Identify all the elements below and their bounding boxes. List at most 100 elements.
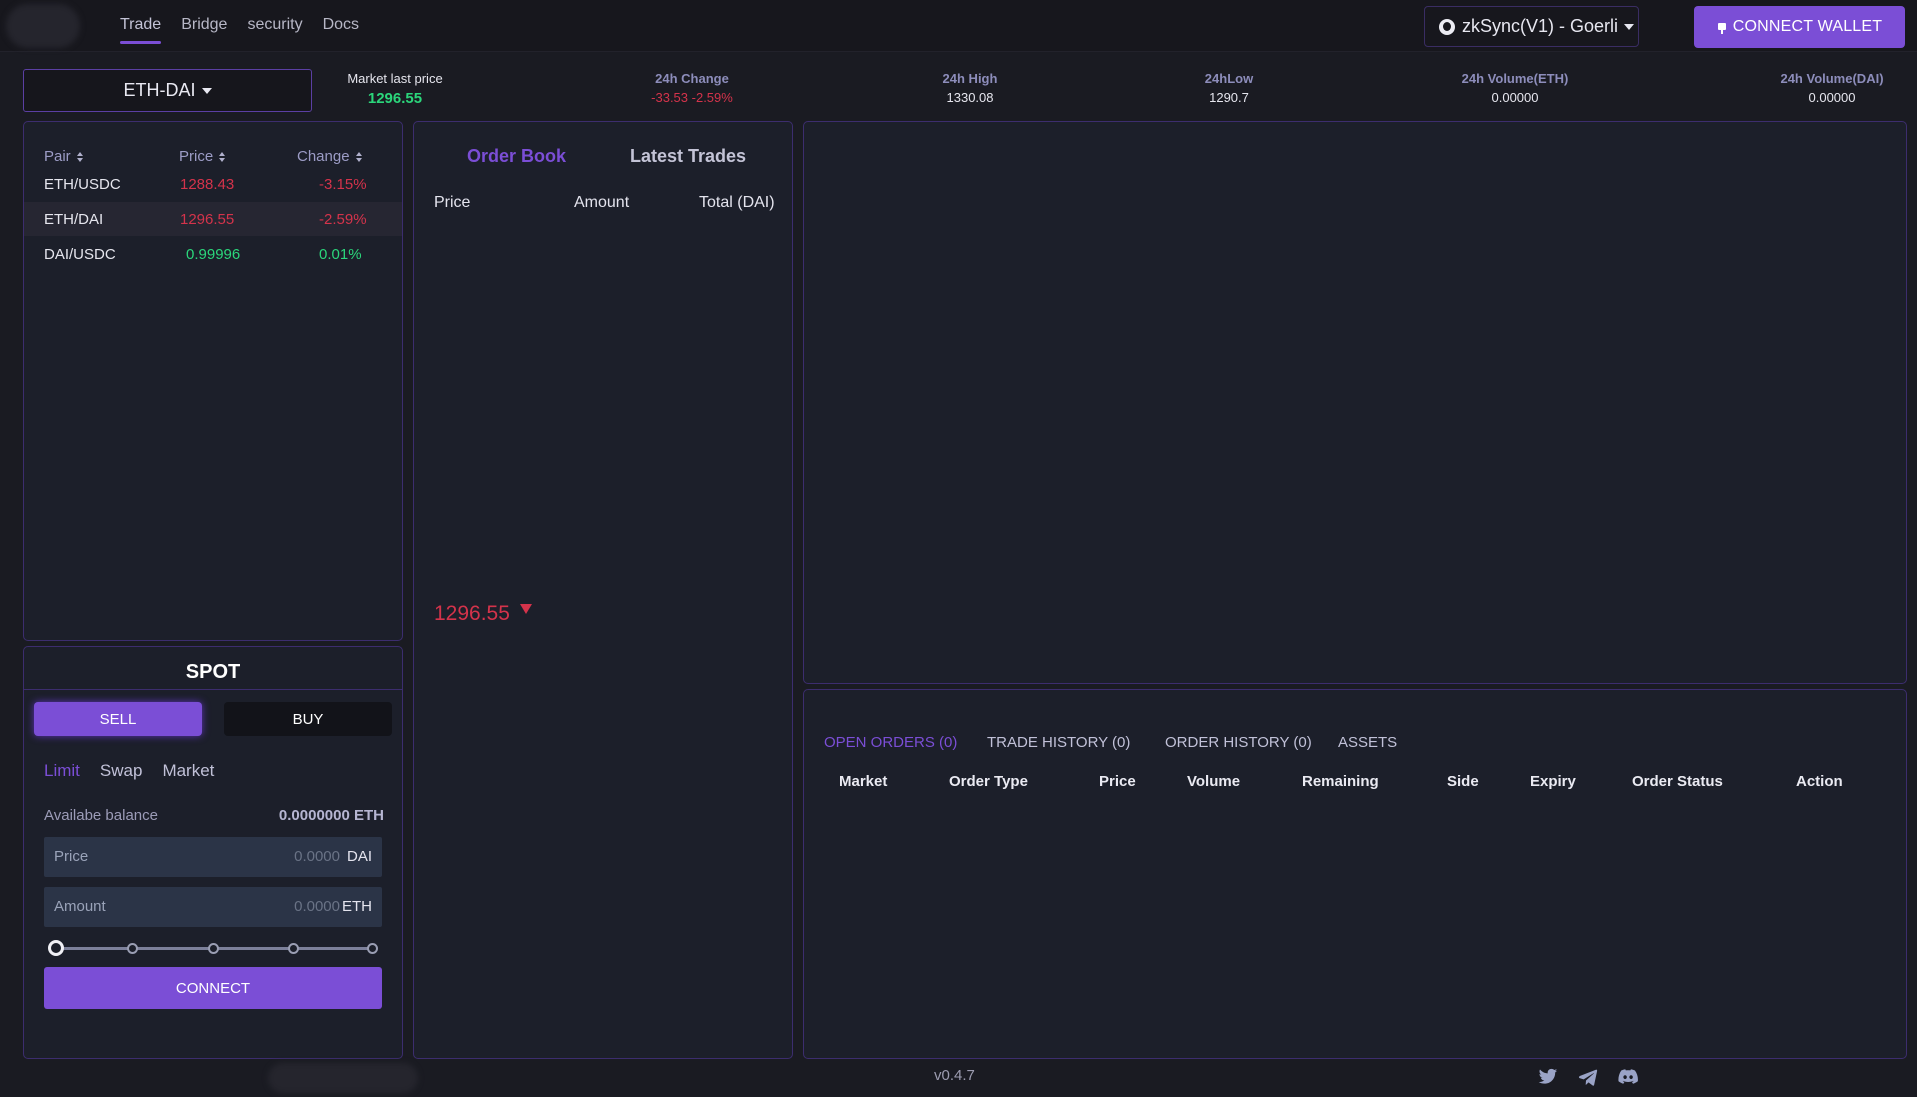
chevron-down-icon <box>1624 23 1635 30</box>
nav-docs[interactable]: Docs <box>323 16 359 44</box>
pairs-panel: Pair Price Change ETH/USDC 1288.43 -3.15… <box>23 121 403 641</box>
sell-tab-button[interactable]: SELL <box>34 702 202 736</box>
pair-row[interactable]: DAI/USDC 0.99996 0.01% <box>24 236 402 270</box>
globe-icon <box>1439 18 1455 35</box>
divider <box>24 689 402 690</box>
stat-label: 24h Change <box>655 71 729 86</box>
tab-assets[interactable]: ASSETS <box>1338 734 1397 751</box>
stat-value: 1296.55 <box>367 90 423 107</box>
tab-market[interactable]: Market <box>162 761 214 781</box>
pair-name: DAI/USDC <box>44 246 116 263</box>
stat-24h-high: 24h High 1330.08 <box>910 71 1030 105</box>
nav-trade[interactable]: Trade <box>120 16 162 44</box>
pair-price: 1296.55 <box>180 211 235 228</box>
sort-price-button[interactable]: Price <box>179 148 226 165</box>
discord-icon[interactable] <box>1618 1068 1638 1086</box>
sort-icon <box>219 152 226 163</box>
footer-logo <box>268 1063 418 1093</box>
pair-change: -3.15% <box>319 176 367 193</box>
tab-trade-history[interactable]: TRADE HISTORY (0) <box>987 734 1130 751</box>
slider-step-75[interactable] <box>288 943 299 954</box>
tab-order-book[interactable]: Order Book <box>467 146 566 167</box>
sort-pair-button[interactable]: Pair <box>44 148 83 165</box>
col-remaining: Remaining <box>1302 773 1379 790</box>
stat-24h-change: 24h Change -33.53 -2.59% <box>622 71 762 105</box>
col-market: Market <box>839 773 888 790</box>
connect-wallet-button[interactable]: CONNECT WALLET <box>1694 6 1905 48</box>
connect-button[interactable]: CONNECT <box>44 967 382 1009</box>
logo[interactable] <box>6 4 80 48</box>
order-type-tabs: Limit Swap Market <box>44 761 214 781</box>
slider-step-50[interactable] <box>208 943 219 954</box>
stat-label: Market last price <box>347 71 443 86</box>
col-action: Action <box>1796 773 1843 790</box>
twitter-icon[interactable] <box>1538 1068 1558 1086</box>
network-selector[interactable]: zkSync(V1) - Goerli <box>1424 6 1639 47</box>
tab-latest-trades[interactable]: Latest Trades <box>630 146 746 167</box>
sort-icon <box>355 152 362 163</box>
pair-change: -2.59% <box>319 211 367 228</box>
col-order-status: Order Status <box>1632 773 1723 790</box>
amount-label: Amount <box>54 898 106 915</box>
stat-label: 24h Volume(ETH) <box>1461 71 1569 86</box>
plug-icon <box>1717 20 1727 34</box>
header-label: Change <box>297 148 350 165</box>
col-price: Price <box>434 194 471 211</box>
pair-price: 0.99996 <box>186 246 241 263</box>
orderbook-panel: Order Book Latest Trades Price Amount To… <box>413 121 793 1059</box>
nav-security[interactable]: security <box>247 16 302 44</box>
price-chart-panel[interactable] <box>803 121 1907 684</box>
app-version: v0.4.7 <box>934 1067 975 1084</box>
telegram-icon[interactable] <box>1578 1068 1598 1086</box>
price-label: Price <box>54 848 89 865</box>
slider-step-25[interactable] <box>127 943 138 954</box>
orders-panel: OPEN ORDERS (0) TRADE HISTORY (0) ORDER … <box>803 689 1907 1059</box>
stat-value: -33.53 -2.59% <box>651 90 733 105</box>
header-label: Pair <box>44 148 71 165</box>
col-expiry: Expiry <box>1530 773 1576 790</box>
pair-row[interactable]: ETH/USDC 1288.43 -3.15% <box>24 168 402 202</box>
stat-value: 1290.7 <box>1209 90 1249 105</box>
header-label: Price <box>179 148 214 165</box>
pair-row[interactable]: ETH/DAI 1296.55 -2.59% <box>24 202 402 236</box>
spot-panel: SPOT SELL BUY Limit Swap Market Availabe… <box>23 646 403 1059</box>
stat-value: 0.00000 <box>1491 90 1539 105</box>
stat-label: 24hLow <box>1204 71 1254 86</box>
stat-24h-low: 24hLow 1290.7 <box>1169 71 1289 105</box>
stat-24h-volume-eth: 24h Volume(ETH) 0.00000 <box>1435 71 1595 105</box>
buy-tab-button[interactable]: BUY <box>224 702 392 736</box>
price-input[interactable]: Price 0.0000 DAI <box>44 837 382 877</box>
col-price: Price <box>1099 773 1136 790</box>
tab-swap[interactable]: Swap <box>100 761 143 781</box>
pair-selector-value: ETH-DAI <box>123 80 196 100</box>
available-balance: Availabe balance 0.0000000 ETH <box>44 807 384 824</box>
balance-label: Availabe balance <box>44 807 158 824</box>
stat-value: 1330.08 <box>946 90 994 105</box>
pair-change: 0.01% <box>319 246 362 263</box>
chevron-down-icon <box>201 87 212 94</box>
balance-value: 0.0000000 ETH <box>278 807 384 824</box>
tab-limit[interactable]: Limit <box>44 761 80 781</box>
tab-open-orders[interactable]: OPEN ORDERS (0) <box>824 734 957 751</box>
nav-bridge[interactable]: Bridge <box>181 16 227 44</box>
pair-name: ETH/USDC <box>44 176 121 193</box>
price-unit: DAI <box>346 848 372 865</box>
stat-value: 0.00000 <box>1808 90 1856 105</box>
stat-label: 24h Volume(DAI) <box>1780 71 1884 86</box>
sort-change-button[interactable]: Change <box>297 148 362 165</box>
col-volume: Volume <box>1187 773 1241 790</box>
slider-handle[interactable] <box>48 940 64 956</box>
pair-name: ETH/DAI <box>44 211 104 228</box>
pair-selector[interactable]: ETH-DAI <box>23 69 312 112</box>
amount-input[interactable]: Amount 0.0000 ETH <box>44 887 382 927</box>
col-side: Side <box>1447 773 1479 790</box>
stat-24h-volume-dai: 24h Volume(DAI) 0.00000 <box>1752 71 1912 105</box>
amount-value: 0.0000 <box>294 898 340 915</box>
stat-label: 24h High <box>942 71 998 86</box>
slider-step-100[interactable] <box>367 943 378 954</box>
amount-slider[interactable] <box>48 940 378 957</box>
tab-order-history[interactable]: ORDER HISTORY (0) <box>1165 734 1312 751</box>
pair-price: 1288.43 <box>180 176 235 193</box>
network-label: zkSync(V1) - Goerli <box>1462 16 1619 36</box>
main-nav: Trade Bridge security Docs <box>120 16 359 44</box>
